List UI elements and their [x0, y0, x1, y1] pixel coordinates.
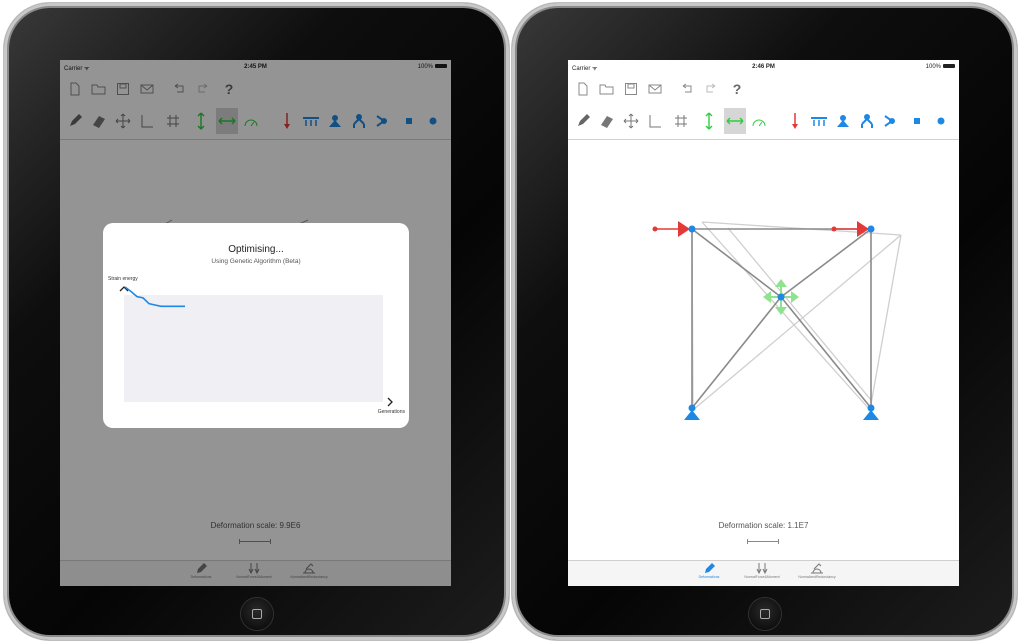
home-button[interactable] [240, 598, 273, 630]
deformation-scale-label: Deformation scale: 1.1E7 [718, 521, 809, 530]
node[interactable] [688, 225, 696, 233]
left-ipad-frame: Carrier ᯤ 2:45 PM 100% ? Deformation sca… [4, 3, 509, 640]
pin-support-right[interactable] [863, 404, 879, 421]
new-doc-icon[interactable] [572, 76, 594, 102]
battery-label: 100% [925, 64, 941, 70]
diagonal-bl [691, 296, 782, 409]
pencil-icon[interactable] [572, 108, 594, 134]
eraser-icon[interactable] [596, 108, 618, 134]
mail-icon[interactable] [644, 76, 666, 102]
battery-indicator: 100% [926, 64, 955, 70]
optimising-dialog: Optimising... Using Genetic Algorithm (B… [103, 223, 409, 428]
tab-bar: Deformations NormalForce&Moment Normaliz… [568, 560, 959, 586]
home-button[interactable] [748, 598, 781, 630]
right-ipad-frame: Carrier ᯤ 2:46 PM 100% ? Deformation sca… [512, 3, 1017, 640]
plot-area [124, 295, 383, 402]
roller-support-icon[interactable] [808, 108, 830, 134]
help-icon[interactable]: ? [726, 76, 748, 102]
grid-icon[interactable] [670, 108, 692, 134]
load-arrow-left[interactable] [652, 221, 691, 237]
centre-node-constraint[interactable] [763, 279, 799, 315]
open-folder-icon[interactable] [596, 76, 618, 102]
draw-toolbar [568, 108, 959, 138]
fixed-support-icon[interactable] [856, 108, 878, 134]
save-icon[interactable] [620, 76, 642, 102]
strain-energy-chart [119, 286, 393, 407]
square-node-icon[interactable] [906, 108, 928, 134]
home-square-icon [251, 609, 262, 619]
diagonal-br [780, 296, 872, 409]
x-axis-arrow-icon [387, 397, 393, 407]
rotation-constraint-icon[interactable] [748, 108, 770, 134]
redo-icon[interactable] [700, 76, 722, 102]
move-icon[interactable] [620, 108, 642, 134]
horizontal-constraint-icon[interactable] [724, 108, 746, 134]
diagonal-tr [780, 228, 872, 298]
truss-structure [652, 221, 902, 421]
vertical-constraint-icon[interactable] [698, 108, 720, 134]
tab-normalized-redundancy[interactable]: NormalizedRedundancy [782, 562, 852, 579]
clock: 2:46 PM [752, 64, 775, 70]
file-toolbar: ? [568, 76, 959, 102]
pin-support-icon[interactable] [832, 108, 854, 134]
scale-slider[interactable] [747, 539, 779, 544]
status-bar: Carrier ᯤ 2:46 PM 100% [568, 60, 959, 74]
undo-icon[interactable] [676, 76, 698, 102]
home-square-icon [759, 609, 770, 619]
node[interactable] [867, 225, 875, 233]
force-icon[interactable] [784, 108, 806, 134]
structure-canvas[interactable] [568, 140, 959, 562]
redundancy-icon [782, 562, 852, 575]
angle-icon[interactable] [644, 108, 666, 134]
tab-label: NormalizedRedundancy [798, 575, 836, 579]
hinge-icon[interactable] [880, 108, 902, 134]
battery-icon [943, 64, 955, 69]
node-icon[interactable] [930, 108, 952, 134]
left-screen: Carrier ᯤ 2:45 PM 100% ? Deformation sca… [60, 60, 451, 586]
right-screen: Carrier ᯤ 2:46 PM 100% ? Deformation sca… [568, 60, 959, 586]
